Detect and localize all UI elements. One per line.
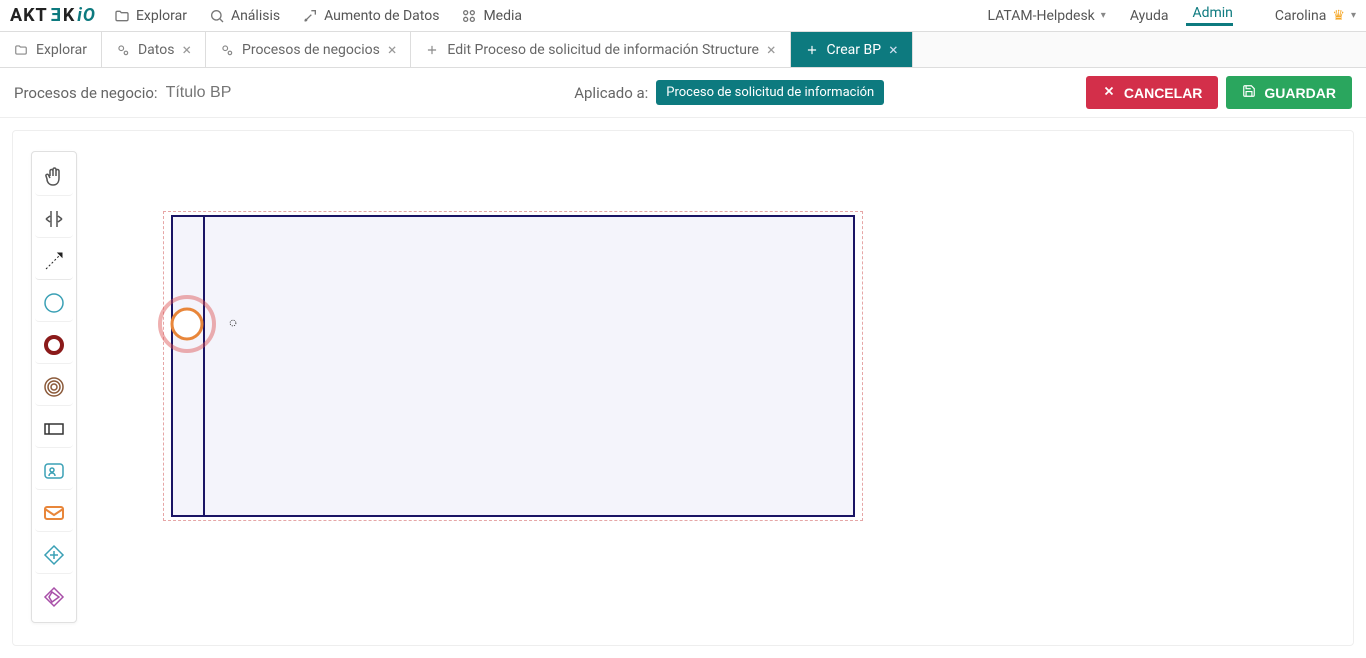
nav-aumento[interactable]: Aumento de Datos [302,8,439,24]
app-logo[interactable]: AKTEKiO [10,5,96,26]
search-icon [209,8,225,24]
close-icon[interactable]: × [388,42,397,58]
lane-tool[interactable] [35,410,73,448]
nav-items: Explorar Análisis Aumento de Datos Media [114,8,522,24]
nav-analisis[interactable]: Análisis [209,8,280,24]
gears-icon [220,43,234,57]
action-bar: Procesos de negocio: Aplicado a: Proceso… [0,68,1366,118]
save-icon [1242,84,1256,101]
chevron-down-icon: ▾ [1101,10,1106,21]
tab-datos[interactable]: Datos × [102,32,206,67]
tab-procesos[interactable]: Procesos de negocios × [206,32,411,67]
folder-icon [114,8,130,24]
bp-title-input[interactable] [166,84,373,102]
workspace-selector[interactable]: LATAM-Helpdesk ▾ [982,8,1106,24]
crown-icon: ♛ [1332,8,1345,24]
close-icon[interactable]: × [889,42,898,58]
close-icon[interactable]: × [182,42,191,58]
tabs-bar: Explorar Datos × Procesos de negocios × … [0,32,1366,68]
canvas[interactable] [12,130,1354,646]
right-nav: LATAM-Helpdesk ▾ Ayuda Admin Carolina ♛ … [982,5,1357,26]
help-link[interactable]: Ayuda [1124,8,1169,24]
gateway-tool[interactable] [35,536,73,574]
applied-label: Aplicado a: [574,84,648,102]
message-tool[interactable] [35,494,73,532]
augment-icon [302,8,318,24]
bpmn-toolbar [31,151,77,623]
user-menu[interactable]: Carolina ♛ ▾ [1269,8,1356,24]
chevron-down-icon: ▾ [1351,10,1356,21]
plus-icon [805,43,819,57]
tab-crear-bp[interactable]: Crear BP × [791,32,913,67]
folder-icon [14,43,28,57]
user-task-tool[interactable] [35,452,73,490]
hand-tool[interactable] [35,158,73,196]
canvas-wrap [0,118,1366,658]
save-button[interactable]: GUARDAR [1226,76,1352,109]
top-nav: AKTEKiO Explorar Análisis Aumento de Dat… [0,0,1366,32]
align-tool[interactable] [35,200,73,238]
gears-icon [116,43,130,57]
intermediate-event-tool[interactable] [35,368,73,406]
plus-icon [425,43,439,57]
nav-explorar[interactable]: Explorar [114,8,187,24]
cancel-button[interactable]: CANCELAR [1086,76,1219,109]
media-icon [461,8,477,24]
bp-label: Procesos de negocio: [14,84,158,102]
close-icon[interactable]: × [767,42,776,58]
applied-badge[interactable]: Proceso de solicitud de información [656,80,884,105]
pool-lane[interactable] [171,215,855,517]
nav-media[interactable]: Media [461,8,522,24]
admin-link[interactable]: Admin [1186,5,1232,26]
end-event-tool[interactable] [35,326,73,364]
gateway2-tool[interactable] [35,578,73,616]
connect-tool[interactable] [35,242,73,280]
start-event-tool[interactable] [35,284,73,322]
grab-cursor-icon [226,316,240,330]
tab-explorar[interactable]: Explorar [0,32,102,67]
start-event-node[interactable] [169,306,205,342]
close-icon [1102,84,1116,101]
tab-edit-structure[interactable]: Edit Proceso de solicitud de información… [411,32,790,67]
lane-divider [203,217,205,515]
